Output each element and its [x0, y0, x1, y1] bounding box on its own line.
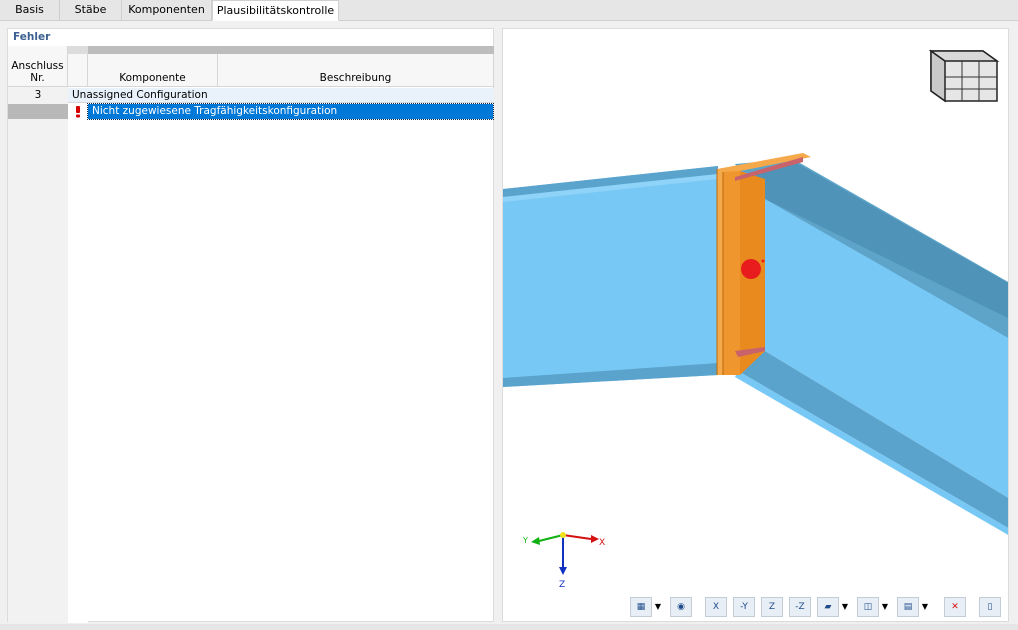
- axis-gizmo: X Y Z: [522, 532, 605, 590]
- column-header-component[interactable]: Komponente: [88, 54, 218, 87]
- chevron-down-icon[interactable]: ▼: [839, 597, 851, 617]
- view-z-icon[interactable]: Z: [761, 597, 783, 617]
- group-label: Unassigned Configuration: [72, 89, 208, 101]
- chevron-down-icon[interactable]: ▼: [919, 597, 931, 617]
- tab-plausibilitaetskontrolle[interactable]: Plausibilitätskontrolle: [212, 0, 339, 21]
- header-label: Beschreibung: [319, 72, 392, 84]
- row-number-cell: [8, 104, 68, 119]
- view-minus-y-icon[interactable]: -Y: [733, 597, 755, 617]
- bottom-border: [0, 624, 1018, 630]
- column-header-connection-no[interactable]: Anschluss Nr.: [8, 46, 68, 87]
- reset-zoom-icon[interactable]: ✕: [944, 597, 966, 617]
- error-marker[interactable]: [741, 259, 761, 279]
- errors-section-title: Fehler: [13, 31, 51, 43]
- error-description: Nicht zugewiesene Tragfähigkeitskonfigur…: [92, 105, 338, 117]
- tab-bar: Basis Stäbe Komponenten Plausibilitätsko…: [0, 0, 1018, 21]
- error-exclamation-icon: [71, 104, 85, 119]
- column-header-description[interactable]: Beschreibung: [218, 54, 494, 87]
- view-toolbar: ▦ ▼ ◉ X -Y Z -Z ▰ ▼ ◫ ▼ ▤ ▼ ✕ ▯: [503, 591, 1008, 621]
- render-mode-icon[interactable]: ▰: [817, 597, 839, 617]
- errors-panel: Fehler Anschluss Nr. Komponente Beschrei…: [7, 28, 494, 623]
- chevron-down-icon[interactable]: ▼: [652, 597, 664, 617]
- connection-number: 3: [34, 89, 42, 101]
- view-visibility-icon[interactable]: ◉: [670, 597, 692, 617]
- chevron-down-icon[interactable]: ▼: [879, 597, 891, 617]
- print-icon[interactable]: ▤: [897, 597, 919, 617]
- tab-komponenten[interactable]: Komponenten: [122, 0, 212, 20]
- axis-y-label: Y: [522, 536, 528, 545]
- view-minus-z-icon[interactable]: -Z: [789, 597, 811, 617]
- tab-staebe[interactable]: Stäbe: [60, 0, 122, 20]
- panel-toggle-icon[interactable]: ▯: [979, 597, 1001, 617]
- display-settings-icon[interactable]: ▦: [630, 597, 652, 617]
- row-header-column: [8, 46, 68, 623]
- header-band: [68, 46, 88, 54]
- header-band: [88, 46, 218, 54]
- navigation-cube-icon[interactable]: [928, 49, 1000, 103]
- header-line-1: Anschluss: [11, 60, 64, 72]
- header-label: Komponente: [119, 72, 186, 84]
- 3d-viewport[interactable]: X Y Z ▦ ▼ ◉ X -Y Z -Z ▰ ▼ ◫ ▼ ▤ ▼ ✕ ▯: [502, 28, 1009, 622]
- axis-z-label: Z: [559, 580, 565, 590]
- header-band: [218, 46, 494, 54]
- view-x-icon[interactable]: X: [705, 597, 727, 617]
- header-line-2: Nr.: [30, 72, 45, 84]
- marker-column: [68, 46, 88, 623]
- column-header-marker: [68, 54, 88, 87]
- tab-basis[interactable]: Basis: [0, 0, 60, 20]
- wireframe-box-icon[interactable]: ◫: [857, 597, 879, 617]
- axis-x-label: X: [599, 538, 605, 548]
- errors-table: Anschluss Nr. Komponente Beschreibung 3 …: [8, 46, 494, 623]
- beam-model: [503, 49, 1008, 535]
